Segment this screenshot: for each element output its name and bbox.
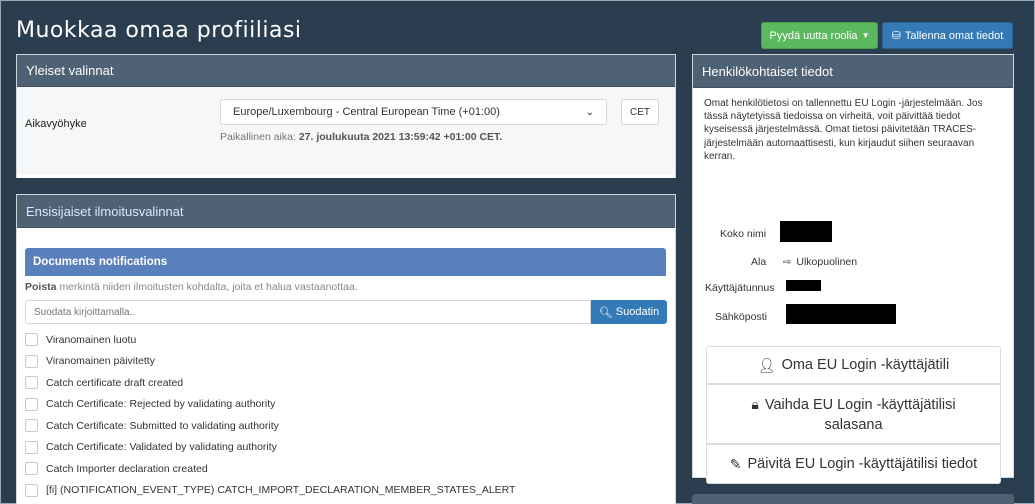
notification-settings-heading: Ensisijaiset ilmoitusvalinnat	[17, 195, 675, 228]
notification-list: Viranomainen luotu Viranomainen päivitet…	[25, 329, 666, 501]
filter-button-label: Suodatin	[615, 306, 660, 318]
pencil-icon: ✎	[729, 456, 742, 472]
notification-item[interactable]: Catch Certificate: Rejected by validatin…	[25, 394, 666, 416]
notification-item[interactable]: Viranomainen päivitetty	[25, 351, 666, 373]
notification-label: Catch Certificate: Submitted to validati…	[46, 419, 279, 432]
general-settings-panel: Yleiset valinnat Aikavyöhyke Europe/Luxe…	[16, 54, 676, 178]
notification-settings-body: Documents notifications Poista merkintä …	[17, 228, 675, 504]
lock-icon: 🔒︎	[751, 395, 759, 412]
change-password-line2: salasana	[824, 416, 883, 433]
documents-notifications-header: Documents notifications	[25, 248, 666, 276]
notification-item[interactable]: Catch certificate draft created	[25, 372, 666, 394]
email-redacted	[786, 304, 896, 324]
domain-value: ⇨ Ulkopuolinen	[783, 256, 857, 268]
notification-label: [fi] (NOTIFICATION_EVENT_TYPE) CATCH_IMP…	[46, 484, 516, 497]
filter-button[interactable]: 🔍︎ Suodatin	[591, 300, 667, 324]
save-profile-button[interactable]: ⛁ Tallenna omat tiedot	[882, 22, 1013, 49]
notification-label: Catch certificate draft created	[46, 376, 184, 389]
local-time-value: 27. joulukuuta 2021 13:59:42 +01:00 CET.	[298, 131, 503, 143]
search-icon: 🔍︎	[598, 306, 613, 319]
timezone-row: Aikavyöhyke Europe/Luxembourg - Central …	[17, 87, 675, 175]
instruction-bold: Poista	[25, 281, 57, 293]
caret-down-icon: ▼	[861, 31, 870, 40]
username-label: Käyttäjätunnus	[705, 282, 775, 294]
eu-login-account-button[interactable]: 👤︎ Oma EU Login -käyttäjätili	[706, 346, 1001, 384]
local-time-prefix: Paikallinen aika:	[220, 131, 296, 143]
page-title: Muokkaa omaa profiiliasi	[16, 18, 302, 43]
notification-checkbox[interactable]	[25, 419, 38, 433]
personal-info-intro: Omat henkilötietosi on tallennettu EU Lo…	[704, 98, 983, 162]
notification-checkbox[interactable]	[25, 376, 38, 390]
general-settings-heading: Yleiset valinnat	[17, 55, 675, 87]
notification-checkbox[interactable]	[25, 354, 38, 368]
personal-info-body: Omat henkilötietosi on tallennettu EU Lo…	[693, 88, 1013, 484]
instruction-text: merkintä niiden ilmoitusten kohdalta, jo…	[59, 281, 358, 293]
personal-info-panel: Henkilökohtaiset tiedot Omat henkilötiet…	[692, 54, 1014, 484]
update-account-button[interactable]: ✎ Päivitä EU Login -käyttäjätilisi tiedo…	[706, 444, 1001, 484]
notification-checkbox[interactable]	[25, 397, 38, 411]
change-password-line1: 🔒︎ Vaihda EU Login -käyttäjätilisi	[751, 394, 955, 415]
notification-label: Viranomainen päivitetty	[46, 355, 155, 368]
notifications-instruction: Poista merkintä niiden ilmoitusten kohda…	[25, 281, 358, 293]
user-icon: 👤︎	[757, 357, 776, 373]
local-time: Paikallinen aika: 27. joulukuuta 2021 13…	[220, 131, 502, 143]
request-role-label: Pyydä uutta roolia	[769, 29, 858, 42]
notification-checkbox[interactable]	[25, 333, 38, 347]
notification-checkbox[interactable]	[25, 462, 38, 476]
eu-login-account-label: Oma EU Login -käyttäjätili	[781, 357, 950, 373]
change-password-label: Vaihda EU Login -käyttäjätilisi	[764, 396, 956, 413]
sign-in-icon: ⇨	[783, 256, 792, 268]
notification-checkbox[interactable]	[25, 483, 38, 497]
notification-item[interactable]: Viranomainen luotu	[25, 329, 666, 351]
notification-label: Catch Certificate: Validated by validati…	[46, 441, 277, 454]
notification-settings-title: Ensisijaiset ilmoitusvalinnat	[26, 203, 184, 219]
full-name-redacted	[780, 221, 832, 242]
email-label: Sähköposti	[715, 311, 767, 323]
notification-item[interactable]: Catch Certificate: Validated by validati…	[25, 437, 666, 459]
notification-item[interactable]: Catch Importer declaration created	[25, 458, 666, 480]
notification-checkbox[interactable]	[25, 440, 38, 454]
personal-info-heading: Henkilökohtaiset tiedot	[693, 55, 1013, 88]
next-panel-heading	[692, 494, 1014, 504]
save-icon: ⛁	[891, 30, 901, 42]
full-name-label: Koko nimi	[720, 228, 767, 240]
domain-label: Ala	[751, 256, 767, 268]
notification-label: Viranomainen luotu	[46, 333, 137, 346]
notification-item[interactable]: Catch Certificate: Submitted to validati…	[25, 415, 666, 437]
notification-label: Catch Importer declaration created	[46, 462, 208, 475]
domain-value-text: Ulkopuolinen	[796, 256, 858, 268]
timezone-select[interactable]: Europe/Luxembourg - Central European Tim…	[220, 99, 607, 125]
notification-label: Catch Certificate: Rejected by validatin…	[46, 398, 276, 411]
update-account-label: Päivitä EU Login -käyttäjätilisi tiedot	[747, 456, 978, 472]
chevron-down-icon: ⌄	[585, 106, 594, 118]
notification-item[interactable]: [fi] (NOTIFICATION_EVENT_TYPE) CATCH_IMP…	[25, 480, 666, 502]
username-redacted	[786, 280, 821, 291]
notification-settings-panel: Ensisijaiset ilmoitusvalinnat Documents …	[16, 194, 676, 504]
timezone-value: Europe/Luxembourg - Central European Tim…	[233, 106, 500, 118]
timezone-label: Aikavyöhyke	[25, 118, 87, 130]
save-profile-label: Tallenna omat tiedot	[904, 29, 1004, 42]
general-settings-body: Aikavyöhyke Europe/Luxembourg - Central …	[17, 87, 675, 178]
filter-input[interactable]	[25, 300, 591, 324]
change-password-button[interactable]: 🔒︎ Vaihda EU Login -käyttäjätilisi salasa…	[706, 384, 1001, 444]
request-role-button[interactable]: Pyydä uutta roolia ▼	[761, 22, 878, 49]
timezone-badge: CET	[621, 99, 659, 125]
